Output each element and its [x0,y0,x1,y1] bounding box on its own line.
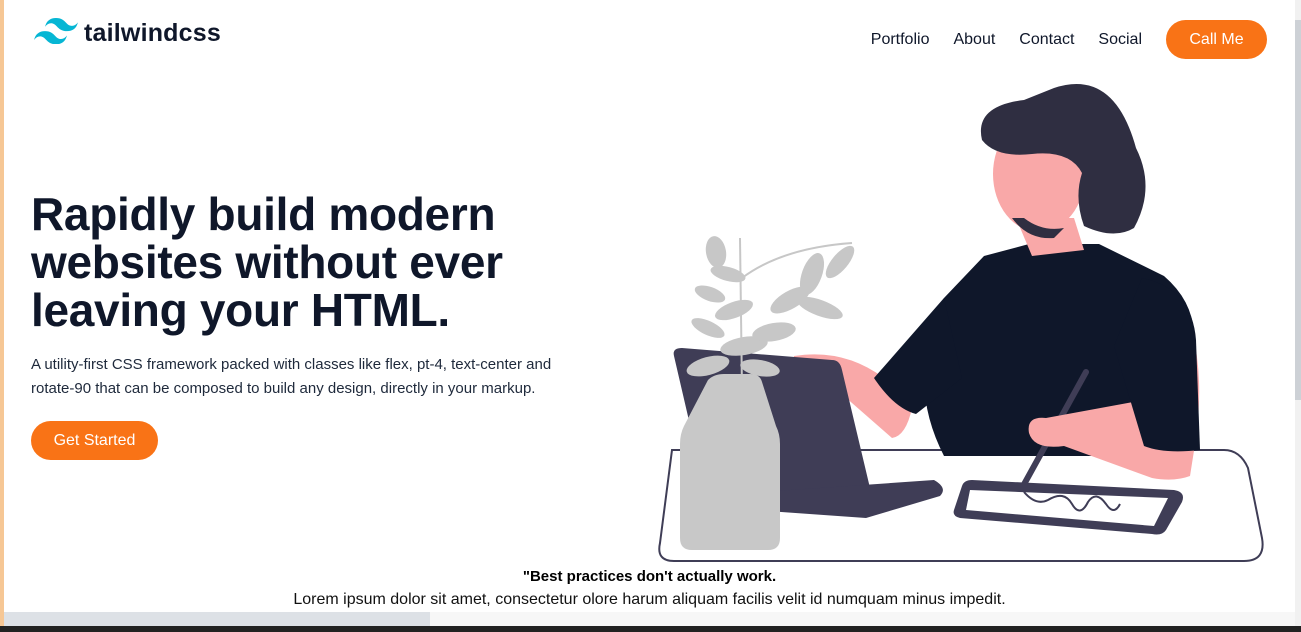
nav-link-contact[interactable]: Contact [1019,31,1074,49]
main-nav: Portfolio About Contact Social Call Me [871,20,1267,59]
vertical-scrollbar[interactable] [1295,0,1301,626]
hero-title: Rapidly build modern websites without ev… [31,190,591,334]
nav-link-portfolio[interactable]: Portfolio [871,31,930,49]
taskbar-strip [0,626,1301,632]
horizontal-scrollbar[interactable] [4,612,1295,626]
vertical-scrollbar-thumb[interactable] [1295,20,1301,400]
hero-illustration [658,84,1264,562]
hero-title-line: leaving your HTML. [31,284,450,336]
horizontal-scrollbar-thumb[interactable] [4,612,430,626]
nav-link-about[interactable]: About [953,31,995,49]
logo[interactable]: tailwindcss [34,18,221,49]
get-started-button[interactable]: Get Started [31,421,158,460]
hero-subtitle: A utility-first CSS framework packed wit… [31,353,606,401]
hero-subtitle-line: A utility-first CSS framework packed wit… [31,356,552,373]
hero-title-line: Rapidly build modern [31,188,496,240]
hero-title-line: websites without ever [31,236,503,288]
hero-subtitle-line: rotate-90 that can be composed to build … [31,380,536,397]
nav-link-social[interactable]: Social [1098,31,1142,49]
quote-title: "Best practices don't actually work. [522,568,777,585]
quote-text: Lorem ipsum dolor sit amet, consectetur … [293,591,1006,608]
logo-text: tailwindcss [84,19,221,47]
tailwind-wave-icon [34,18,78,49]
page: tailwindcss Portfolio About Contact Soci… [4,0,1295,626]
call-me-button[interactable]: Call Me [1166,20,1267,59]
